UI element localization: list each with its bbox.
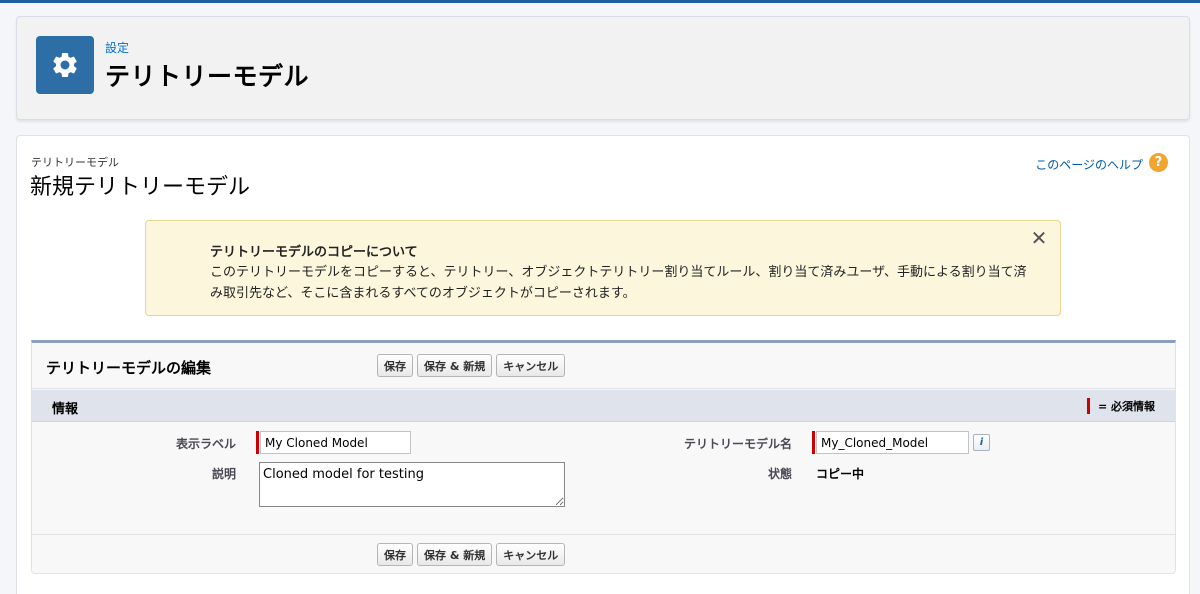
display-label-input[interactable]: [260, 431, 411, 454]
bottom-button-row: 保存 保存 & 新規 キャンセル: [377, 543, 566, 566]
gear-icon: [36, 36, 94, 94]
banner-body: このテリトリーモデルをコピーすると、テリトリー、オブジェクトテリトリー割り当てル…: [210, 265, 1027, 301]
close-icon[interactable]: ✕: [1030, 228, 1048, 248]
info-icon[interactable]: i: [973, 434, 990, 451]
required-marker: [1086, 398, 1090, 414]
display-label-label: 表示ラベル: [175, 437, 236, 451]
help-link[interactable]: このページのヘルプ: [1035, 156, 1143, 173]
save-new-button[interactable]: 保存 & 新規: [417, 354, 493, 377]
required-marker: [812, 431, 815, 454]
info-banner: テリトリーモデルのコピーについて このテリトリーモデルをコピーすると、テリトリー…: [145, 220, 1061, 316]
cancel-button[interactable]: キャンセル: [496, 543, 566, 566]
main-content: テリトリーモデル 新規テリトリーモデル このページのヘルプ ? テリトリーモデル…: [16, 135, 1190, 594]
edit-block: テリトリーモデルの編集 保存 保存 & 新規 キャンセル 情報 = 必須情報 表…: [31, 340, 1176, 574]
description-label: 説明: [211, 467, 236, 481]
model-name-input[interactable]: [816, 431, 969, 454]
required-legend-text: = 必須情報: [1097, 400, 1155, 413]
save-button[interactable]: 保存: [377, 354, 413, 377]
page-title: 新規テリトリーモデル: [30, 175, 251, 200]
edit-title: テリトリーモデルの編集: [46, 359, 212, 377]
save-new-button[interactable]: 保存 & 新規: [417, 543, 493, 566]
setup-page-title: テリトリーモデル: [105, 62, 310, 91]
page-subtitle: テリトリーモデル: [31, 156, 119, 169]
description-textarea[interactable]: Cloned model for testing: [259, 462, 565, 507]
setup-header: 設定 テリトリーモデル: [16, 16, 1190, 120]
banner-title: テリトリーモデルのコピーについて: [210, 245, 418, 260]
model-name-label: テリトリーモデル名: [683, 437, 792, 451]
breadcrumb-setup[interactable]: 設定: [105, 39, 129, 56]
edit-footer: 保存 保存 & 新規 キャンセル: [32, 534, 1175, 574]
status-label: 状態: [767, 467, 792, 481]
required-legend: = 必須情報: [1086, 398, 1155, 414]
cancel-button[interactable]: キャンセル: [496, 354, 566, 377]
question-icon[interactable]: ?: [1149, 153, 1168, 172]
edit-header: テリトリーモデルの編集 保存 保存 & 新規 キャンセル: [32, 343, 1175, 389]
save-button[interactable]: 保存: [377, 543, 413, 566]
section-header: 情報 = 必須情報: [32, 390, 1175, 422]
section-title: 情報: [52, 402, 79, 417]
status-value: コピー中: [816, 467, 865, 481]
top-button-row: 保存 保存 & 新規 キャンセル: [377, 354, 566, 377]
top-accent-line: [0, 0, 1200, 3]
required-marker: [256, 431, 259, 454]
